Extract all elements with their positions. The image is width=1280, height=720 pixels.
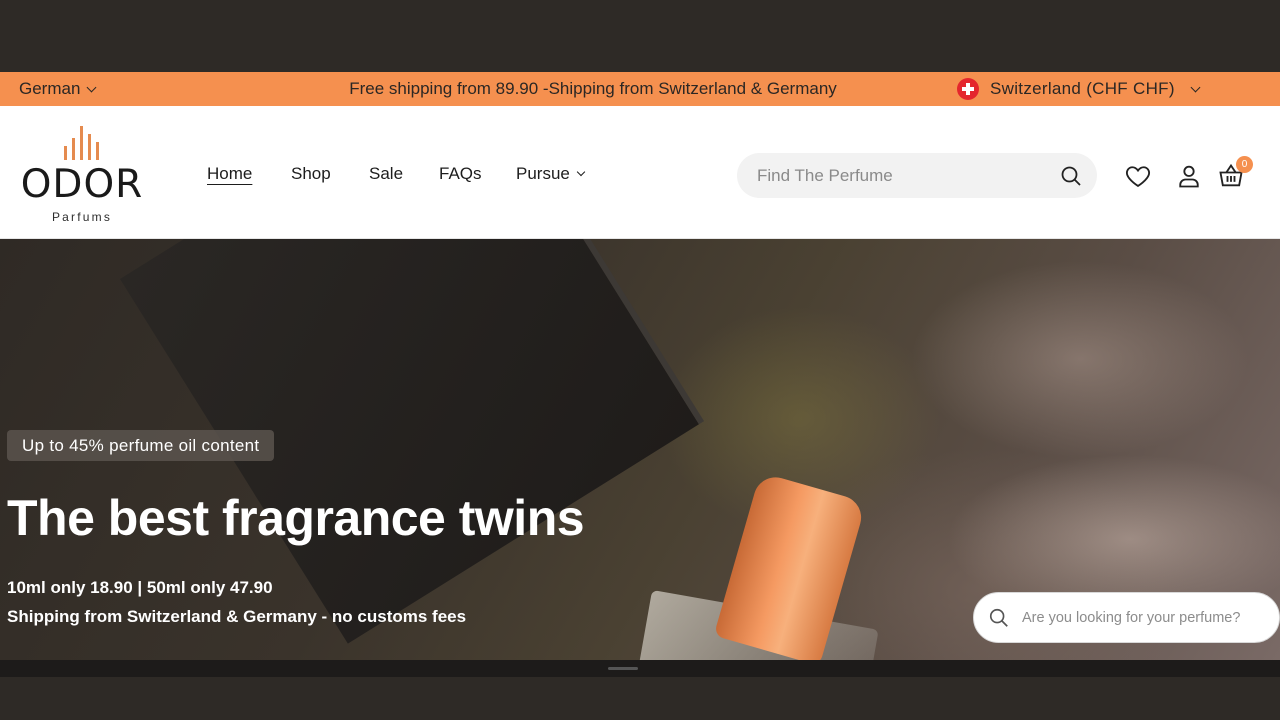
floating-search-placeholder: Are you looking for your perfume? <box>1022 610 1241 626</box>
logo-subtitle: Parfums <box>51 210 113 224</box>
nav-item-faqs[interactable]: FAQs <box>439 164 482 184</box>
nav-item-home[interactable]: Home <box>207 164 252 184</box>
cart-count-badge: 0 <box>1236 156 1253 173</box>
hero-shipping-line: Shipping from Switzerland & Germany - no… <box>7 607 467 626</box>
search-icon[interactable] <box>1059 164 1083 188</box>
floating-perfume-search[interactable]: Are you looking for your perfume? <box>973 592 1280 643</box>
hero-price-line: 10ml only 18.90 | 50ml only 47.90 <box>7 578 273 597</box>
nav-item-pursue[interactable]: Pursue <box>516 164 586 184</box>
drag-handle[interactable] <box>608 667 638 670</box>
cart-button[interactable]: 0 <box>1217 156 1253 190</box>
search-bar <box>737 153 1097 198</box>
search-icon <box>989 608 1008 627</box>
account-user-icon[interactable] <box>1175 162 1203 190</box>
hero-badge: Up to 45% perfume oil content <box>7 430 275 461</box>
announcement-bar: German Free shipping from 89.90 -Shippin… <box>0 72 1280 106</box>
bottom-strip <box>0 660 1280 677</box>
site-logo[interactable]: ODOR Parfums <box>12 124 152 228</box>
search-input[interactable] <box>757 153 1057 198</box>
chevron-down-icon <box>1190 82 1201 92</box>
nav-item-pursue-label: Pursue <box>516 164 570 183</box>
wishlist-heart-icon[interactable] <box>1124 162 1152 190</box>
swiss-flag-icon <box>957 78 979 100</box>
nav-item-shop[interactable]: Shop <box>291 164 331 184</box>
hero-title: The best fragrance twins <box>7 490 585 546</box>
logo-bars-icon <box>64 124 100 160</box>
country-selector[interactable]: Switzerland (CHF CHF) <box>957 72 1201 106</box>
nav-item-sale[interactable]: Sale <box>369 164 403 184</box>
chevron-down-icon <box>576 167 586 177</box>
bottom-dark-band <box>0 677 1280 720</box>
site-header: ODOR Parfums Home Shop Sale FAQs Pursue <box>0 106 1280 239</box>
top-dark-band <box>0 0 1280 72</box>
country-label: Switzerland (CHF CHF) <box>990 79 1175 98</box>
logo-wordmark: ODOR <box>20 162 144 207</box>
